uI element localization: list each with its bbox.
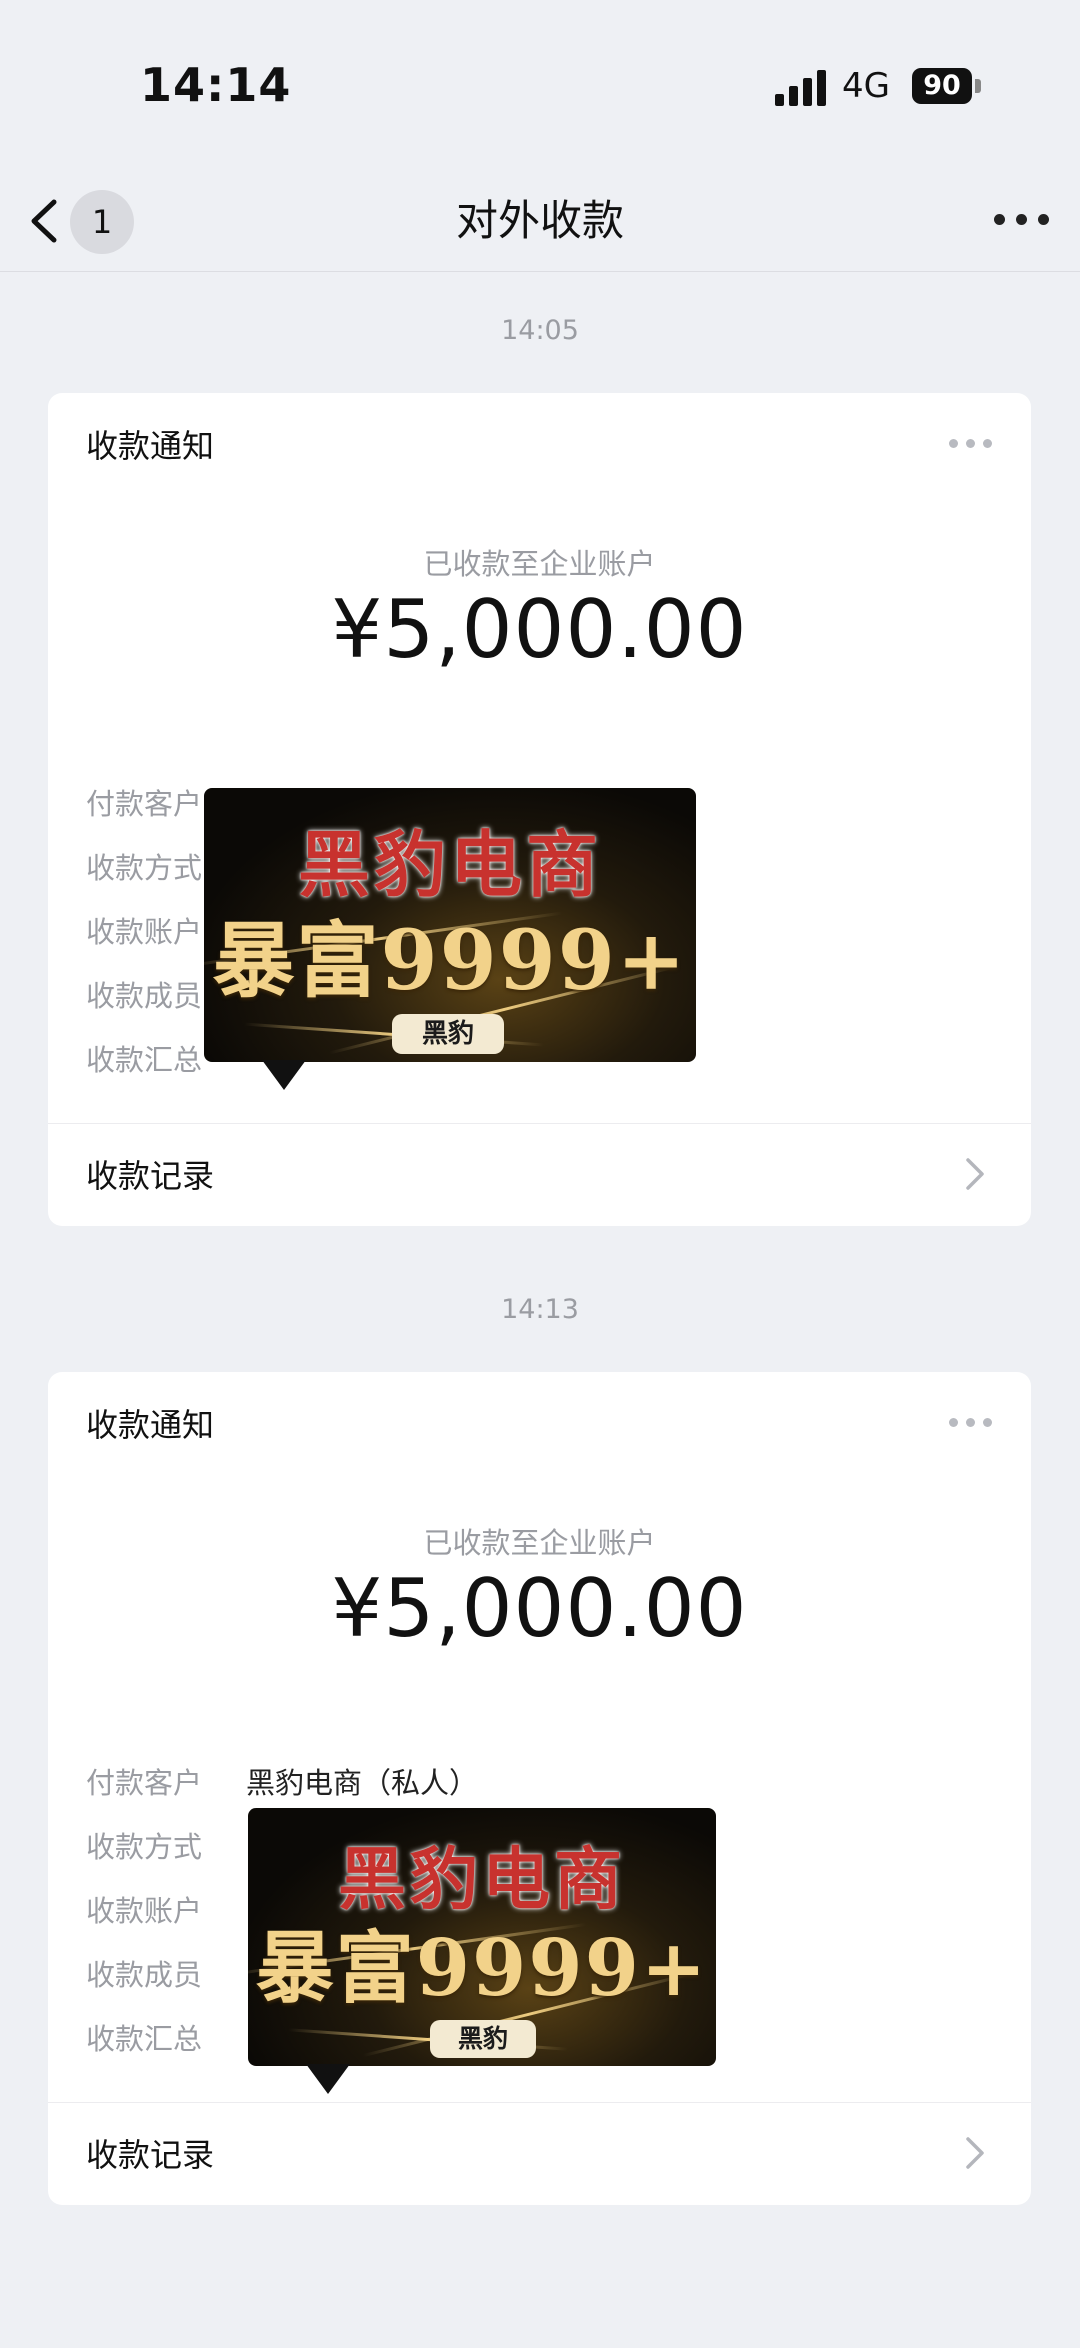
message-timestamp: 14:05 [501, 315, 579, 346]
card-title: 收款通知 [86, 1406, 215, 1444]
signal-icon [775, 70, 827, 106]
ad-sticker-image: 黑豹电商 暴富9999+ 黑豹 [248, 1808, 716, 2066]
ad-sticker-image: 黑豹电商 暴富9999+ 黑豹 [204, 788, 696, 1062]
status-time: 14:14 [140, 58, 292, 112]
battery-icon: 90 [912, 68, 972, 104]
payment-amount: ¥5,000.00 [331, 583, 748, 676]
row-label-method: 收款方式 [86, 1830, 203, 1864]
row-label-account: 收款账户 [86, 1894, 203, 1928]
payment-card[interactable]: 收款通知 已收款至企业账户 ¥5,000.00 付款客户 黑豹电商（私人） 收款… [48, 1372, 1031, 2205]
message-timestamp: 14:13 [501, 1294, 579, 1325]
card-subtitle: 已收款至企业账户 [423, 547, 656, 581]
row-label-summary: 收款汇总 [86, 1043, 203, 1077]
row-label-member: 收款成员 [86, 979, 203, 1013]
row-label-summary: 收款汇总 [86, 2022, 203, 2056]
ad-slogan: 暴富9999+ [212, 913, 688, 1009]
payment-amount: ¥5,000.00 [331, 1562, 748, 1655]
chevron-right-icon [963, 1155, 987, 1193]
page-title: 对外收款 [455, 196, 624, 245]
card-title: 收款通知 [86, 427, 215, 465]
sticker-tail [262, 1060, 306, 1090]
row-value-payer: 黑豹电商（私人） [246, 1766, 479, 1800]
nav-bar: 对外收款 1 [0, 170, 1080, 272]
divider [48, 1123, 1031, 1124]
unread-badge[interactable]: 1 [70, 190, 134, 254]
ad-tag: 黑豹 [392, 1014, 504, 1054]
row-label-method: 收款方式 [86, 851, 203, 885]
card-more-icon[interactable] [949, 1418, 993, 1430]
row-label-payer: 付款客户 [86, 1766, 203, 1800]
back-icon[interactable] [24, 194, 68, 248]
chevron-right-icon [963, 2134, 987, 2172]
card-more-icon[interactable] [949, 439, 993, 451]
row-label-account: 收款账户 [86, 915, 203, 949]
payment-records-link[interactable]: 收款记录 [86, 1151, 214, 1197]
ad-tag: 黑豹 [430, 2020, 536, 2058]
network-type: 4G [842, 66, 890, 106]
sticker-tail [306, 2064, 350, 2094]
battery-cap [975, 79, 981, 93]
row-label-member: 收款成员 [86, 1958, 203, 1992]
row-label-payer: 付款客户 [86, 787, 203, 821]
status-bar: 14:14 4G 90 [0, 0, 1080, 170]
divider [48, 2102, 1031, 2103]
payment-records-link[interactable]: 收款记录 [86, 2130, 214, 2176]
more-icon[interactable] [994, 210, 1050, 230]
ad-slogan: 暴富9999+ [255, 1923, 709, 2014]
card-subtitle: 已收款至企业账户 [423, 1526, 656, 1560]
